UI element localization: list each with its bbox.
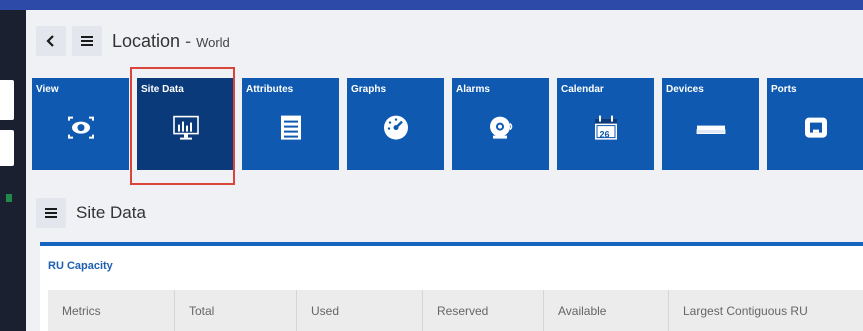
tile-view[interactable]: View: [32, 78, 129, 170]
tile-alarms[interactable]: Alarms: [452, 78, 549, 170]
calendar-icon: 26: [588, 110, 624, 146]
tile-attributes[interactable]: Attributes: [242, 78, 339, 170]
tile-label: Calendar: [561, 84, 604, 95]
column-header-available[interactable]: Available: [544, 290, 669, 331]
column-header-largest-contiguous-ru[interactable]: Largest Contiguous RU: [669, 290, 863, 331]
hamburger-icon: [81, 36, 93, 46]
top-bar: [0, 0, 863, 10]
tile-graphs[interactable]: Graphs: [347, 78, 444, 170]
main-panel: Location - World View Site Data Attribut…: [26, 10, 863, 331]
bar-chart-monitor-icon: [168, 110, 204, 146]
left-sidebar: [0, 10, 26, 331]
tile-label: Alarms: [456, 84, 490, 95]
eye-scan-icon: [63, 110, 99, 146]
menu-button[interactable]: [72, 26, 102, 56]
column-header-reserved[interactable]: Reserved: [423, 290, 544, 331]
sidebar-tab[interactable]: [0, 80, 14, 120]
section-title: Site Data: [76, 203, 146, 222]
tile-label: Devices: [666, 84, 704, 95]
tile-label: View: [36, 84, 59, 95]
status-indicator: [6, 194, 12, 202]
alarm-bell-icon: [483, 110, 519, 146]
tile-label: Attributes: [246, 84, 294, 95]
device-icon: [693, 110, 729, 146]
column-header-metrics[interactable]: Metrics: [48, 290, 175, 331]
list-icon: [273, 110, 309, 146]
column-header-used[interactable]: Used: [297, 290, 423, 331]
page-header: Location - World: [36, 26, 230, 56]
back-button[interactable]: [36, 26, 66, 56]
hamburger-icon: [45, 208, 57, 218]
port-icon: [798, 110, 834, 146]
tile-ports[interactable]: Ports: [767, 78, 863, 170]
tile-bar: View Site Data Attributes Graphs Alarms …: [32, 78, 863, 170]
page-title-subtitle: World: [196, 34, 230, 50]
column-header-total[interactable]: Total: [175, 290, 297, 331]
tile-label: Site Data: [141, 84, 184, 95]
calendar-day: 26: [599, 129, 610, 140]
chevron-left-icon: [46, 35, 54, 47]
tile-calendar[interactable]: Calendar 26: [557, 78, 654, 170]
tile-devices[interactable]: Devices: [662, 78, 759, 170]
page-title-main: Location: [112, 30, 181, 51]
page-title: Location - World: [112, 31, 230, 52]
tile-label: Ports: [771, 84, 797, 95]
card-title: RU Capacity: [48, 260, 113, 272]
sidebar-tab[interactable]: [0, 130, 14, 166]
tile-site-data[interactable]: Site Data: [137, 78, 234, 170]
ru-capacity-card: RU Capacity Metrics Total Used Reserved …: [40, 242, 863, 331]
table-header: Metrics Total Used Reserved Available La…: [48, 290, 863, 331]
section-header: Site Data: [36, 198, 146, 228]
section-menu-button[interactable]: [36, 198, 66, 228]
tile-label: Graphs: [351, 84, 387, 95]
page-title-separator: -: [180, 30, 197, 51]
gauge-icon: [378, 110, 414, 146]
